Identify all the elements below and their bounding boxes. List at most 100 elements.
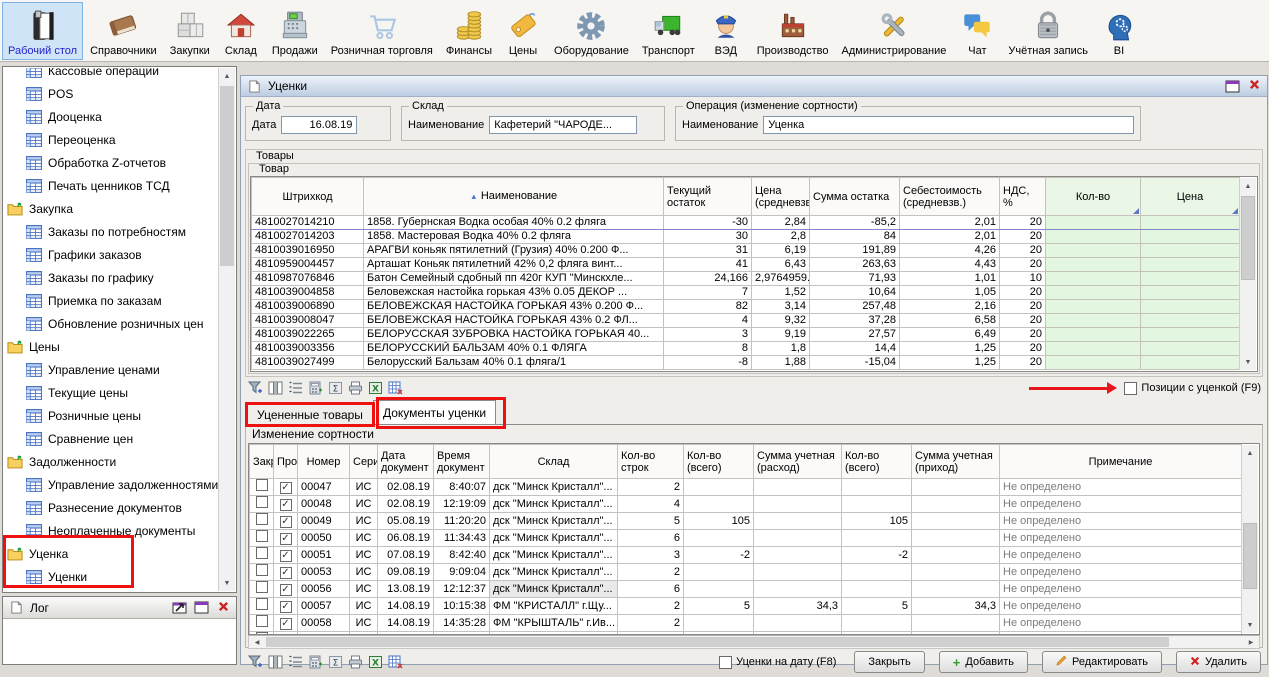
numbered-list-icon[interactable]: [287, 654, 304, 670]
posted-checkbox[interactable]: ✓: [280, 533, 292, 545]
positions-checkbox[interactable]: [1124, 382, 1137, 395]
sidebar-item[interactable]: Разнесение документов: [4, 496, 218, 519]
table-cell[interactable]: [1046, 314, 1141, 328]
column-header[interactable]: Дата документ: [378, 445, 434, 479]
closed-checkbox-cell[interactable]: [250, 564, 274, 581]
table-cell[interactable]: [1141, 314, 1240, 328]
table-row[interactable]: ✓00048ИС02.08.1912:19:09дск "Минск Крист…: [250, 496, 1242, 513]
table-cell[interactable]: [1141, 244, 1240, 258]
sidebar-item[interactable]: Сравнение цен: [4, 427, 218, 450]
closed-checkbox-cell[interactable]: [250, 547, 274, 564]
close-icon[interactable]: [1246, 79, 1262, 93]
table-row[interactable]: ✓00058ИС14.08.1914:35:28ФМ "КРЫШТАЛЬ" г.…: [250, 615, 1242, 632]
filter-icon[interactable]: [247, 380, 264, 396]
table-cell[interactable]: [1046, 258, 1141, 272]
table-cell[interactable]: [1141, 356, 1240, 370]
column-header[interactable]: Кол-во (всего): [684, 445, 754, 479]
closed-checkbox[interactable]: [256, 547, 268, 559]
add-button[interactable]: +Добавить: [939, 651, 1028, 673]
sidebar-item[interactable]: Кассовые операции: [4, 68, 218, 82]
posted-checkbox[interactable]: ✓: [280, 584, 292, 596]
sigma-icon[interactable]: Σ: [327, 380, 344, 396]
column-header[interactable]: Сумма учетная (расход): [754, 445, 842, 479]
table-cell[interactable]: [1141, 258, 1240, 272]
posted-checkbox-cell[interactable]: ✓: [274, 581, 298, 598]
sidebar-item[interactable]: Печать ценников ТСД: [4, 174, 218, 197]
table-cell[interactable]: [1046, 356, 1141, 370]
toolbar-item-gear[interactable]: Оборудование: [548, 2, 635, 60]
sidebar-item[interactable]: Переоценка: [4, 128, 218, 151]
closed-checkbox-cell[interactable]: [250, 479, 274, 496]
sidebar-item[interactable]: Заказы по потребностям: [4, 220, 218, 243]
sigma-icon[interactable]: Σ: [327, 654, 344, 670]
operation-input[interactable]: Уценка: [763, 116, 1134, 134]
posted-checkbox[interactable]: ✓: [280, 482, 292, 494]
table-cell[interactable]: [1046, 230, 1141, 244]
table-row[interactable]: ✓00050ИС06.08.1911:34:43дск "Минск Крист…: [250, 530, 1242, 547]
tab-discounted-goods[interactable]: Уцененные товары: [247, 404, 373, 424]
table-cell[interactable]: [1046, 272, 1141, 286]
toolbar-item-customs-officer[interactable]: ВЭД: [702, 2, 750, 60]
toolbar-item-bi-head[interactable]: BI: [1095, 2, 1143, 60]
posted-checkbox[interactable]: ✓: [280, 567, 292, 579]
scroll-up-icon[interactable]: ▲: [219, 68, 235, 84]
warehouse-input[interactable]: Кафетерий "ЧАРОДЕ...: [489, 116, 637, 134]
column-header[interactable]: Себестоимость (средневзв.): [900, 178, 1000, 216]
posted-checkbox-cell[interactable]: ✓: [274, 564, 298, 581]
calculator-icon[interactable]: [307, 380, 324, 396]
sidebar-item[interactable]: Заказы по графику: [4, 266, 218, 289]
excel-icon[interactable]: X: [367, 380, 384, 396]
sidebar-item[interactable]: POS: [4, 82, 218, 105]
closed-checkbox[interactable]: [256, 581, 268, 593]
edit-button[interactable]: Редактировать: [1042, 651, 1162, 673]
maximize-icon[interactable]: [193, 600, 210, 615]
date-input[interactable]: 16.08.19: [281, 116, 357, 134]
table-cell[interactable]: [1141, 342, 1240, 356]
posted-checkbox[interactable]: ✓: [280, 618, 292, 630]
closed-checkbox[interactable]: [256, 513, 268, 525]
toolbar-item-chat[interactable]: Чат: [953, 2, 1001, 60]
sidebar-item[interactable]: Управление задолженностями: [4, 473, 218, 496]
sidebar-item[interactable]: Текущие цены: [4, 381, 218, 404]
column-header[interactable]: Примечание: [1000, 445, 1242, 479]
sidebar-item[interactable]: Розничные цены: [4, 404, 218, 427]
table-row[interactable]: ✓00056ИС13.08.1912:12:37дск "Минск Крист…: [250, 581, 1242, 598]
table-cell[interactable]: [1046, 216, 1141, 230]
column-header[interactable]: Кол-во (всего): [842, 445, 912, 479]
table-cell[interactable]: [1141, 216, 1240, 230]
sidebar-item[interactable]: Графики заказов: [4, 243, 218, 266]
close-button[interactable]: Закрыть: [854, 651, 924, 673]
column-header[interactable]: Склад: [490, 445, 618, 479]
table-cell[interactable]: [1046, 286, 1141, 300]
close-icon[interactable]: [215, 601, 231, 615]
table-row[interactable]: 4810039027499Белорусский Бальзам 40% 0.1…: [252, 356, 1240, 370]
table-row[interactable]: 4810987076846Батон Семейный сдобный пп 4…: [252, 272, 1240, 286]
posted-checkbox-cell[interactable]: ✓: [274, 530, 298, 547]
posted-checkbox[interactable]: ✓: [280, 601, 292, 613]
closed-checkbox[interactable]: [256, 479, 268, 491]
column-header[interactable]: Цена: [1141, 178, 1240, 216]
positions-checkbox-row[interactable]: Позиции с уценкой (F9): [1124, 382, 1261, 395]
table-row[interactable]: 48100270142101858. Губернская Водка особ…: [252, 216, 1240, 230]
table-cell[interactable]: [1141, 300, 1240, 314]
closed-checkbox[interactable]: [256, 530, 268, 542]
toolbar-item-lock[interactable]: Учётная запись: [1002, 2, 1094, 60]
column-header[interactable]: Про: [274, 445, 298, 479]
toolbar-item-warehouse[interactable]: Склад: [217, 2, 265, 60]
posted-checkbox[interactable]: ✓: [280, 499, 292, 511]
closed-checkbox-cell[interactable]: [250, 581, 274, 598]
table-row[interactable]: 4810959004457Арташат Коньяк пятилетний 4…: [252, 258, 1240, 272]
table-row[interactable]: 4810039008047БЕЛОВЕЖСКАЯ НАСТОЙКА ГОРЬКА…: [252, 314, 1240, 328]
posted-checkbox[interactable]: ✓: [280, 516, 292, 528]
scrollbar-thumb[interactable]: [220, 86, 234, 266]
sidebar-item[interactable]: Неоплаченные документы: [4, 519, 218, 542]
column-header[interactable]: Штрихкод: [252, 178, 364, 216]
scrollbar-thumb[interactable]: [266, 637, 1169, 647]
sidebar-item[interactable]: Уценки: [4, 565, 218, 588]
scroll-left-icon[interactable]: ◀: [249, 636, 265, 648]
toolbar-item-desktop[interactable]: Рабочий стол: [2, 2, 83, 60]
table-cell[interactable]: [1141, 328, 1240, 342]
table-row[interactable]: ✓00047ИС02.08.198:40:07дск "Минск Криста…: [250, 479, 1242, 496]
posted-checkbox-cell[interactable]: ✓: [274, 598, 298, 615]
closed-checkbox[interactable]: [256, 564, 268, 576]
